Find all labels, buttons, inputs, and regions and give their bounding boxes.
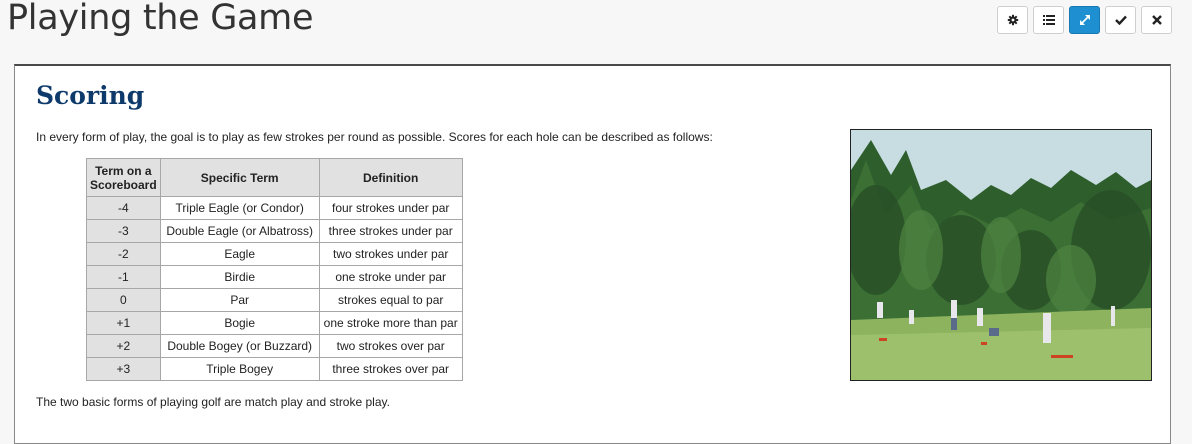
- list-icon: [1042, 15, 1055, 25]
- gear-icon: [1007, 14, 1018, 26]
- outro-paragraph: The two basic forms of playing golf are …: [36, 395, 390, 409]
- close-icon: [1151, 15, 1162, 25]
- table-header-row: Term on a Scoreboard Specific Term Defin…: [86, 158, 463, 197]
- page-title: Playing the Game: [7, 0, 314, 38]
- column-header-scoreboard: Term on a Scoreboard: [86, 158, 161, 197]
- score-cell: -2: [86, 242, 161, 266]
- definition-cell: two strokes over par: [318, 334, 463, 358]
- definition-cell: three strokes over par: [318, 357, 463, 381]
- term-cell: Eagle: [159, 242, 320, 266]
- definition-cell: two strokes under par: [318, 242, 463, 266]
- table-row: -4 Triple Eagle (or Condor) four strokes…: [86, 196, 463, 220]
- term-cell: Double Bogey (or Buzzard): [159, 334, 320, 358]
- expand-icon: [1079, 15, 1090, 25]
- fullscreen-button[interactable]: [1069, 6, 1100, 34]
- settings-button[interactable]: [997, 6, 1028, 34]
- table-row: 0 Par strokes equal to par: [86, 288, 463, 312]
- term-cell: Birdie: [159, 265, 320, 289]
- definition-cell: one stroke more than par: [318, 311, 463, 335]
- definition-cell: strokes equal to par: [318, 288, 463, 312]
- table-row: -2 Eagle two strokes under par: [86, 242, 463, 266]
- definition-cell: one stroke under par: [318, 265, 463, 289]
- term-cell: Par: [159, 288, 320, 312]
- score-cell: +3: [86, 357, 161, 381]
- term-cell: Bogie: [159, 311, 320, 335]
- score-cell: +1: [86, 311, 161, 335]
- table-row: +2 Double Bogey (or Buzzard) two strokes…: [86, 334, 463, 358]
- content-panel: Scoring In every form of play, the goal …: [14, 64, 1171, 444]
- score-cell: -3: [86, 219, 161, 243]
- column-header-specific-term: Specific Term: [159, 158, 320, 197]
- definition-cell: three strokes under par: [318, 219, 463, 243]
- score-cell: -4: [86, 196, 161, 220]
- table-row: +3 Triple Bogey three strokes over par: [86, 357, 463, 381]
- term-cell: Triple Eagle (or Condor): [159, 196, 320, 220]
- term-cell: Double Eagle (or Albatross): [159, 219, 320, 243]
- golf-course-photo: [850, 129, 1152, 381]
- table-row: +1 Bogie one stroke more than par: [86, 311, 463, 335]
- score-cell: -1: [86, 265, 161, 289]
- definition-cell: four strokes under par: [318, 196, 463, 220]
- score-cell: 0: [86, 288, 161, 312]
- table-row: -3 Double Eagle (or Albatross) three str…: [86, 219, 463, 243]
- column-header-definition: Definition: [318, 158, 463, 197]
- score-cell: +2: [86, 334, 161, 358]
- toolbar: [997, 6, 1172, 34]
- section-heading: Scoring: [36, 81, 145, 110]
- confirm-button[interactable]: [1105, 6, 1136, 34]
- table-row: -1 Birdie one stroke under par: [86, 265, 463, 289]
- check-icon: [1114, 15, 1127, 25]
- scoring-table: Term on a Scoreboard Specific Term Defin…: [86, 158, 463, 381]
- term-cell: Triple Bogey: [159, 357, 320, 381]
- intro-paragraph: In every form of play, the goal is to pl…: [36, 130, 713, 144]
- close-button[interactable]: [1141, 6, 1172, 34]
- list-button[interactable]: [1033, 6, 1064, 34]
